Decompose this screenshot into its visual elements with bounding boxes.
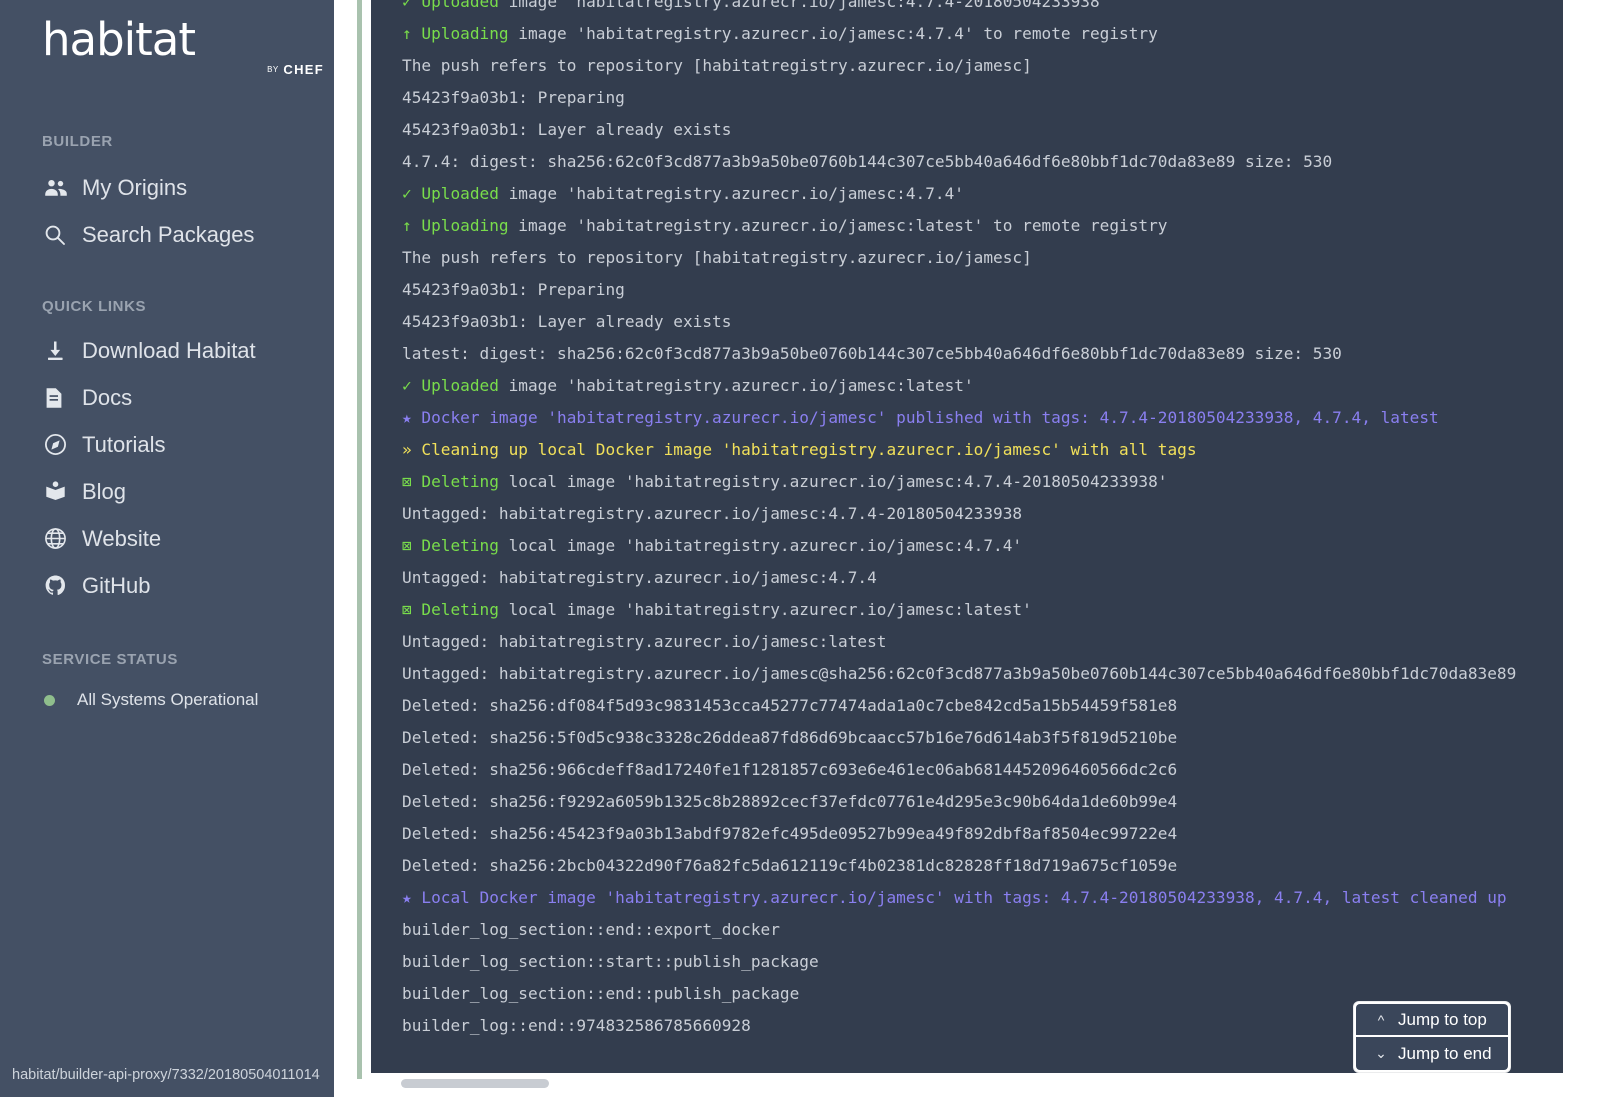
log-line: Deleted: sha256:966cdeff8ad17240fe1f1281… [402, 754, 1563, 786]
log-line: 45423f9a03b1: Preparing [402, 274, 1563, 306]
log-line: ⊠ Deleting local image 'habitatregistry.… [402, 530, 1563, 562]
search-icon [44, 224, 78, 246]
log-line-text: local image 'habitatregistry.azurecr.io/… [499, 536, 1022, 555]
log-line: 45423f9a03b1: Preparing [402, 82, 1563, 114]
globe-icon [44, 527, 78, 550]
sidebar-item-download-habitat[interactable]: Download Habitat [0, 327, 334, 374]
jump-to-end-button[interactable]: ⌄ Jump to end [1356, 1037, 1508, 1070]
github-icon [44, 574, 78, 597]
log-line: ✓ Uploaded image 'habitatregistry.azurec… [402, 370, 1563, 402]
log-line-text: image 'habitatregistry.azurecr.io/jamesc… [509, 24, 1158, 43]
build-log-viewport[interactable]: ✓ Uploaded image 'habitatregistry.azurec… [371, 0, 1563, 1073]
sidebar-item-tutorials[interactable]: Tutorials [0, 421, 334, 468]
scrollbar-thumb[interactable] [401, 1079, 549, 1088]
build-log-panel: ✓ Uploaded image 'habitatregistry.azurec… [357, 0, 1558, 1079]
section-label-builder: BUILDER [0, 133, 334, 150]
compass-icon [44, 433, 78, 456]
sidebar-item-label: Blog [82, 479, 126, 505]
build-log-lines: ✓ Uploaded image 'habitatregistry.azurec… [371, 0, 1563, 1042]
sidebar-item-search-packages[interactable]: Search Packages [0, 211, 334, 258]
sidebar-item-blog[interactable]: Blog [0, 468, 334, 515]
section-label-quick-links: QUICK LINKS [0, 298, 334, 315]
log-line: The push refers to repository [habitatre… [402, 242, 1563, 274]
log-line-text: local image 'habitatregistry.azurecr.io/… [499, 472, 1168, 491]
jump-controls: ^ Jump to top ⌄ Jump to end [1354, 1002, 1510, 1072]
log-line: ✓ Uploaded image 'habitatregistry.azurec… [402, 0, 1563, 18]
log-line: Deleted: sha256:df084f5d93c9831453cca452… [402, 690, 1563, 722]
log-line: Deleted: sha256:2bcb04322d90f76a82fc5da6… [402, 850, 1563, 882]
log-line: Deleted: sha256:45423f9a03b13abdf9782efc… [402, 818, 1563, 850]
log-line: ⊠ Deleting local image 'habitatregistry.… [402, 466, 1563, 498]
app-root: habitat BY CHEF BUILDER My Origins [0, 0, 1606, 1097]
log-line: 45423f9a03b1: Layer already exists [402, 114, 1563, 146]
log-line: 4.7.4: digest: sha256:62c0f3cd877a3b9a50… [402, 146, 1563, 178]
log-line: Deleted: sha256:f9292a6059b1325c8b28892c… [402, 786, 1563, 818]
book-icon [44, 481, 78, 503]
log-line-symbol: ⊠ Deleting [402, 600, 499, 619]
status-dot-icon [44, 695, 55, 706]
jump-to-top-button[interactable]: ^ Jump to top [1356, 1004, 1508, 1037]
sidebar-item-github[interactable]: GitHub [0, 562, 334, 609]
sidebar-item-label: Download Habitat [82, 338, 256, 364]
log-line-symbol: ✓ Uploaded [402, 376, 499, 395]
sidebar: habitat BY CHEF BUILDER My Origins [0, 0, 334, 1097]
logo-wordmark: habitat [42, 14, 334, 66]
log-line: Untagged: habitatregistry.azurecr.io/jam… [402, 562, 1563, 594]
sidebar-item-my-origins[interactable]: My Origins [0, 164, 334, 211]
log-line: 45423f9a03b1: Layer already exists [402, 306, 1563, 338]
log-line: The push refers to repository [habitatre… [402, 50, 1563, 82]
log-line: Untagged: habitatregistry.azurecr.io/jam… [402, 626, 1563, 658]
sidebar-item-website[interactable]: Website [0, 515, 334, 562]
log-line: latest: digest: sha256:62c0f3cd877a3b9a5… [402, 338, 1563, 370]
log-horizontal-scrollbar[interactable] [366, 1077, 1558, 1091]
log-line-text: image 'habitatregistry.azurecr.io/jamesc… [499, 0, 1109, 11]
log-line: ★ Docker image 'habitatregistry.azurecr.… [402, 402, 1563, 434]
habitat-logo[interactable]: habitat BY CHEF [0, 0, 334, 77]
section-label-service-status: SERVICE STATUS [0, 651, 334, 668]
log-line: Untagged: habitatregistry.azurecr.io/jam… [402, 498, 1563, 530]
service-status-label: All Systems Operational [77, 690, 258, 710]
sidebar-item-label: Tutorials [82, 432, 166, 458]
nav-group-builder: My Origins Search Packages [0, 164, 334, 258]
sidebar-item-label: Website [82, 526, 161, 552]
log-line: ★ Local Docker image 'habitatregistry.az… [402, 882, 1563, 914]
log-line-symbol: ⊠ Deleting [402, 472, 499, 491]
logo-by-text: BY [267, 65, 279, 74]
log-line-text: image 'habitatregistry.azurecr.io/jamesc… [509, 216, 1168, 235]
log-line-symbol: ↑ Uploading [402, 216, 509, 235]
nav-group-quick-links: Download Habitat Docs [0, 327, 334, 609]
log-line: ⊠ Deleting local image 'habitatregistry.… [402, 594, 1563, 626]
status-bar-url: habitat/builder-api-proxy/7332/201805040… [12, 1067, 320, 1083]
chevron-down-icon: ⌄ [1370, 1045, 1392, 1062]
chevron-up-icon: ^ [1370, 1012, 1392, 1028]
log-line-text: image 'habitatregistry.azurecr.io/jamesc… [499, 376, 974, 395]
log-line: builder_log_section::start::publish_pack… [402, 946, 1563, 978]
sidebar-item-label: My Origins [82, 175, 187, 201]
sidebar-item-label: Docs [82, 385, 132, 411]
document-icon [44, 387, 78, 409]
log-line-text: local image 'habitatregistry.azurecr.io/… [499, 600, 1032, 619]
download-icon [44, 340, 78, 362]
log-line-symbol: ⊠ Deleting [402, 536, 499, 555]
log-line: Deleted: sha256:5f0d5c938c3328c26ddea87f… [402, 722, 1563, 754]
sidebar-item-docs[interactable]: Docs [0, 374, 334, 421]
log-line-symbol: ✓ Uploaded [402, 0, 499, 11]
log-line: ↑ Uploading image 'habitatregistry.azure… [402, 210, 1563, 242]
sidebar-item-label: Search Packages [82, 222, 254, 248]
jump-to-top-label: Jump to top [1398, 1010, 1487, 1030]
log-line: ↑ Uploading image 'habitatregistry.azure… [402, 18, 1563, 50]
service-status-row[interactable]: All Systems Operational [0, 690, 334, 710]
log-line: builder_log_section::end::export_docker [402, 914, 1563, 946]
jump-to-end-label: Jump to end [1398, 1044, 1492, 1064]
log-line-symbol: ✓ Uploaded [402, 184, 499, 203]
log-line: ✓ Uploaded image 'habitatregistry.azurec… [402, 178, 1563, 210]
log-line-text: image 'habitatregistry.azurecr.io/jamesc… [499, 184, 964, 203]
sidebar-item-label: GitHub [82, 573, 150, 599]
log-line: » Cleaning up local Docker image 'habita… [402, 434, 1563, 466]
people-icon [44, 178, 78, 198]
logo-chef-text: CHEF [283, 62, 324, 77]
log-line: Untagged: habitatregistry.azurecr.io/jam… [402, 658, 1563, 690]
log-line-symbol: ↑ Uploading [402, 24, 509, 43]
